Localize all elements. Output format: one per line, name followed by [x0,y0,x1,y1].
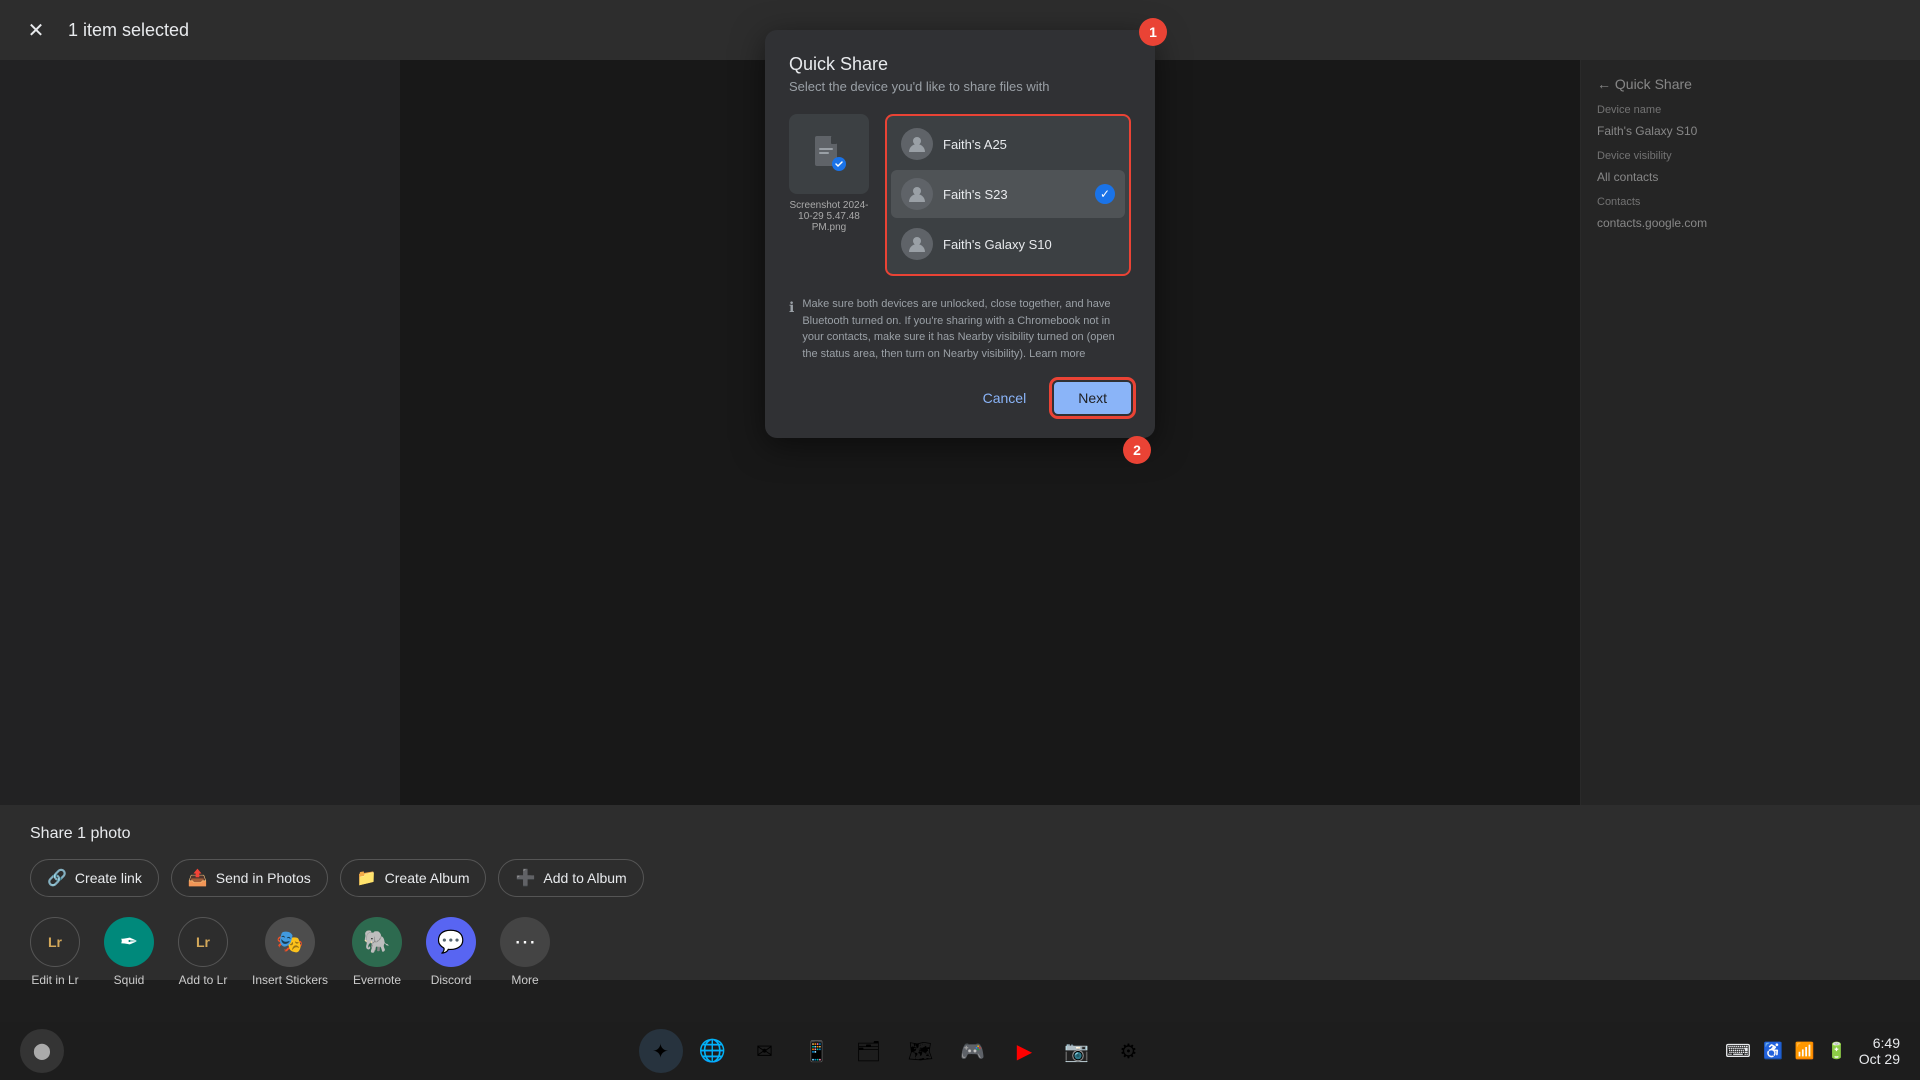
dialog-subtitle: Select the device you'd like to share fi… [789,79,1131,94]
file-name-text: Screenshot 2024-10-29 5.47.48 PM.png [789,200,869,233]
device-1-avatar [901,128,933,160]
dialog-overlay: 1 Quick Share Select the device you'd li… [0,0,1920,1080]
device-item-1[interactable]: Faith's A25 [891,120,1125,168]
file-info-block: Screenshot 2024-10-29 5.47.48 PM.png [789,114,869,276]
device-1-name: Faith's A25 [943,137,1115,152]
device-2-name: Faith's S23 [943,187,1085,202]
annotation-badge-1: 1 [1139,18,1167,46]
dialog-content: Screenshot 2024-10-29 5.47.48 PM.png Fai… [789,114,1131,276]
dialog-info-text: Make sure both devices are unlocked, clo… [802,296,1131,362]
next-button-wrapper: Next 2 [1054,382,1131,414]
device-item-3[interactable]: Faith's Galaxy S10 [891,220,1125,268]
file-icon [809,134,849,174]
dialog-actions: Cancel Next 2 [789,382,1131,414]
device-3-avatar [901,228,933,260]
cancel-button[interactable]: Cancel [963,382,1047,414]
annotation-badge-2: 2 [1123,436,1151,464]
next-button[interactable]: Next [1054,382,1131,414]
device-3-name: Faith's Galaxy S10 [943,237,1115,252]
device-list: Faith's A25 Faith's S23 ✓ Faith's Galaxy… [885,114,1131,276]
quick-share-dialog: 1 Quick Share Select the device you'd li… [765,30,1155,438]
dialog-info: ℹ Make sure both devices are unlocked, c… [789,296,1131,362]
dialog-title: Quick Share [789,54,1131,75]
device-item-2[interactable]: Faith's S23 ✓ [891,170,1125,218]
device-2-check: ✓ [1095,184,1115,204]
file-thumbnail [789,114,869,194]
device-2-avatar [901,178,933,210]
info-icon: ℹ [789,297,794,362]
